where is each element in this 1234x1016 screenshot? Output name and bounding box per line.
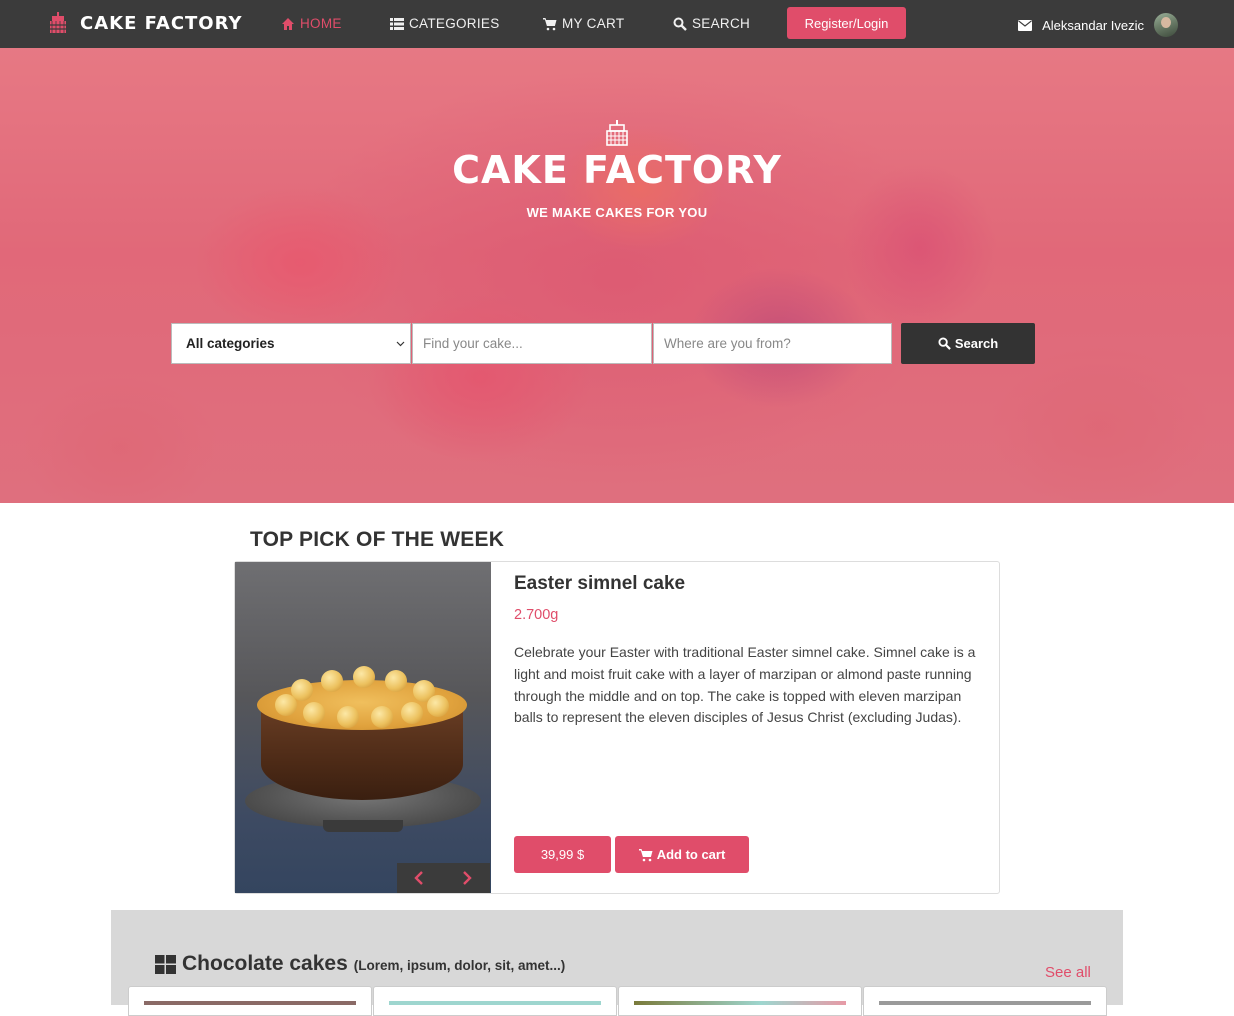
cake-name: Easter simnel cake [514,573,686,594]
nav-item-categories[interactable]: CATEGORIES [390,16,500,31]
cake-search-input[interactable]: Find your cake... [412,323,652,364]
search-button[interactable]: Search [901,323,1035,364]
product-thumbnail [144,1001,356,1005]
cake-description: Celebrate your Easter with traditional E… [514,644,976,726]
nav-item-label: HOME [300,16,342,31]
add-to-cart-button[interactable]: Add to cart [615,836,749,873]
location-input[interactable]: Where are you from? [653,323,892,364]
search-icon [673,17,687,31]
hero-banner: CAKE FACTORY WE MAKE CAKES FOR YOU All c… [0,48,1234,503]
cake-stand [323,820,403,832]
hero-title: CAKE FACTORY [452,148,782,192]
grid-icon [155,954,176,974]
category-select-value: All categories [186,336,275,351]
marzipan-ball [337,706,359,728]
product-thumbnail [389,1001,601,1005]
cart-icon [543,17,557,30]
product-thumbnail [879,1001,1091,1005]
carousel-controls [397,863,490,893]
hero-subtitle: WE MAKE CAKES FOR YOU [526,205,708,220]
product-card[interactable] [618,986,862,1016]
search-button-label: Search [954,336,999,351]
product-card[interactable] [863,986,1107,1016]
nav-item-search[interactable]: SEARCH [673,16,750,31]
user-name: Aleksandar Ivezic [1042,17,1144,33]
category-name: Chocolate cakes [182,952,348,975]
marzipan-ball [275,694,297,716]
see-all-link[interactable]: See all [1045,964,1091,981]
marzipan-ball [385,670,407,692]
nav-item-my-cart[interactable]: MY CART [543,16,624,31]
category-subtitle: (Lorem, ipsum, dolor, sit, amet...) [353,958,566,973]
home-icon [282,17,294,30]
cake-weight: 2.700g [514,607,559,623]
category-select[interactable]: All categories [171,323,411,364]
nav-item-label: CATEGORIES [409,16,500,31]
brand[interactable]: CAKE FACTORY [48,12,243,34]
marzipan-ball [371,706,393,728]
cake-photo[interactable] [235,562,491,893]
add-to-cart-label: Add to cart [656,847,726,862]
cake-logo-icon [606,120,628,146]
nav-item-label: SEARCH [692,16,751,31]
marzipan-ball [321,670,343,692]
cart-icon [638,848,653,861]
category-section: Chocolate cakes (Lorem, ipsum, dolor, si… [111,910,1123,1016]
chevron-right-icon[interactable] [459,870,475,886]
envelope-icon [1018,19,1033,31]
marzipan-ball [427,695,449,717]
register-login-button[interactable]: Register/Login [787,7,906,39]
nav-item-label: MY CART [562,16,625,31]
top-pick-heading: TOP PICK OF THE WEEK [250,528,505,551]
nav-item-home[interactable]: HOME [281,16,342,31]
search-icon [938,337,951,350]
price-button[interactable]: 39,99 $ [514,836,611,873]
product-card[interactable] [128,986,372,1016]
category-heading: Chocolate cakes (Lorem, ipsum, dolor, si… [155,952,565,976]
list-icon [390,17,404,30]
cake-logo-icon [50,12,66,33]
top-navbar: CAKE FACTORY HOME CATEGORIES MY CART SEA… [0,0,1234,48]
product-thumbnail [634,1001,846,1005]
chevron-left-icon[interactable] [411,870,427,886]
marzipan-ball [303,702,325,724]
avatar[interactable] [1154,13,1178,37]
chevron-down-icon [396,341,405,347]
marzipan-ball [353,666,375,688]
user-menu[interactable]: Aleksandar Ivezic [1018,13,1178,37]
brand-name: CAKE FACTORY [80,12,243,34]
marzipan-ball [401,702,423,724]
product-card[interactable] [373,986,617,1016]
top-pick-card: Easter simnel cake 2.700g Celebrate your… [234,561,1000,894]
search-form: All categories Find your cake... Where a… [171,323,1035,364]
